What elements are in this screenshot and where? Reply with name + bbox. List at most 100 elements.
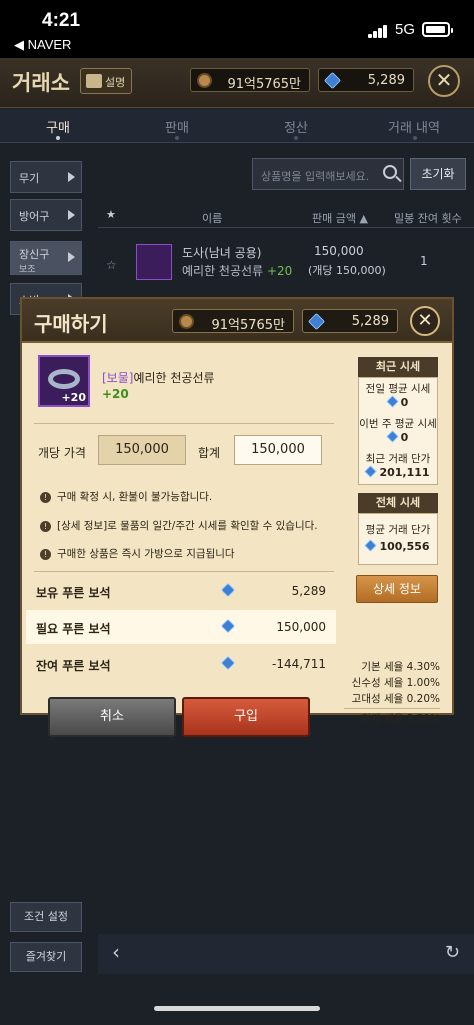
table-row[interactable]: ☆ 도사(남녀 공용) 예리한 천공선류 +20 150,000 (개당 150…: [98, 238, 474, 298]
detail-info-button[interactable]: 상세 정보: [356, 575, 438, 603]
sidebar-item-weapon[interactable]: 무기: [10, 161, 82, 193]
item-name: [보물]예리한 천공선류: [102, 369, 215, 386]
item-icon: +20: [38, 355, 90, 407]
column-seal-count: 밀봉 잔여 횟수: [394, 212, 462, 225]
help-button[interactable]: 설명: [80, 68, 132, 94]
favorites-button[interactable]: 즐겨찾기: [10, 942, 82, 972]
gem-icon: [385, 430, 399, 443]
notice-refund: ! 구매 확정 시, 환불이 불가능합니다.: [40, 489, 212, 504]
tax-trust: 신수성 세율 1.00%: [351, 677, 440, 689]
gem-icon: [324, 72, 341, 89]
adena-balance: 91억5765만: [190, 68, 310, 92]
summary-value: 5,289: [291, 584, 326, 598]
clock: 4:21: [42, 10, 81, 31]
help-label: 설명: [105, 76, 126, 89]
summary-label: 필요 푸른 보석: [36, 622, 111, 636]
this-week-label: 이번 주 평균 시세: [359, 418, 437, 430]
item-enhance: +20: [102, 387, 129, 401]
header: 거래소 설명 91억5765만 5,289 ✕: [0, 58, 474, 108]
last-trade-label: 최근 거래 단가: [365, 453, 431, 465]
column-price[interactable]: 판매 금액 ▲: [312, 210, 368, 226]
battery-icon: [422, 22, 453, 37]
sidebar-item-sublabel: 보조: [19, 265, 36, 275]
gem-icon: [220, 618, 236, 634]
gem-icon: [364, 465, 378, 478]
total-label: 합계: [198, 446, 221, 460]
refresh-icon[interactable]: ↻: [445, 942, 460, 963]
reset-button[interactable]: 초기화: [410, 158, 466, 190]
notice-detail: ! [상세 정보]로 물품의 일간/주간 시세를 확인할 수 있습니다.: [40, 518, 318, 533]
tab-sell[interactable]: 판매: [165, 117, 189, 136]
gem-icon: [308, 313, 325, 330]
adena-value: 91억5765만: [227, 77, 301, 92]
back-to-app-link[interactable]: ◀ NAVER: [14, 37, 71, 53]
prev-day-label: 전일 평균 시세: [365, 383, 431, 395]
search-input[interactable]: 상품명을 입력해보세요.: [252, 158, 404, 190]
overall-price-title: 전체 시세: [358, 493, 438, 513]
summary-remaining: 잔여 푸른 보석 -144,711: [26, 647, 336, 681]
dialog-gem-balance: 5,289: [302, 309, 398, 333]
purchase-dialog: 구매하기 91억5765만 5,289 ✕ +20 [보물]예리한 천공선류 +…: [20, 297, 454, 737]
gem-icon: [220, 582, 236, 598]
buy-button[interactable]: 구입: [182, 697, 310, 737]
dialog-header: 구매하기 91억5765만 5,289 ✕: [22, 299, 452, 343]
row-unit-price: (개당 150,000): [308, 264, 386, 277]
recent-price-panel: 전일 평균 시세 0 이번 주 평균 시세 0 최근 거래 단가 201,111: [358, 377, 438, 485]
summary-required: 필요 푸른 보석 150,000: [26, 610, 336, 644]
tab-buy[interactable]: 구매: [46, 117, 70, 136]
this-week-value: 0: [400, 431, 409, 444]
dialog-adena-value: 91억5765만: [211, 318, 285, 333]
home-indicator: [154, 1006, 320, 1011]
cancel-button[interactable]: 취소: [48, 697, 176, 737]
chevron-right-icon: [68, 210, 75, 220]
sidebar-item-accessory[interactable]: 장신구 보조: [10, 241, 82, 275]
close-icon[interactable]: ✕: [428, 65, 460, 97]
tab-history[interactable]: 거래 내역: [388, 117, 440, 136]
prev-day-value: 0: [400, 396, 409, 409]
unit-price-label: 개당 가격: [38, 446, 86, 460]
item-title: 예리한 천공선류: [133, 371, 215, 385]
gem-balance: 5,289: [318, 68, 414, 92]
row-item-enhance: +20: [266, 264, 293, 278]
unit-price-field: 150,000: [98, 435, 186, 465]
row-item-class: 도사(남녀 공용): [182, 246, 262, 260]
book-icon: [86, 74, 102, 88]
sidebar-item-armor[interactable]: 방어구: [10, 199, 82, 231]
sidebar-item-label: 장신구: [19, 248, 50, 261]
recent-price-title: 최근 시세: [358, 357, 438, 377]
column-name: 이름: [202, 212, 223, 225]
last-trade-value: 201,111: [379, 466, 430, 479]
pagination-bar: ‹ ↻: [98, 934, 474, 974]
chevron-right-icon: [68, 252, 75, 262]
tax-current: 현재 세율 5.50%: [361, 713, 440, 725]
status-bar: 4:21 ◀ NAVER 5G: [0, 0, 474, 58]
tax-ancient: 고대성 세율 0.20%: [351, 693, 440, 705]
star-outline-icon[interactable]: ☆: [106, 258, 117, 272]
coin-icon: [197, 73, 212, 88]
sidebar-item-label: 방어구: [19, 210, 50, 223]
gem-icon: [364, 539, 378, 552]
total-field: 150,000: [234, 435, 322, 465]
search-icon[interactable]: [383, 165, 397, 179]
close-icon[interactable]: ✕: [410, 306, 440, 336]
tab-bar: 구매 판매 정산 거래 내역: [0, 109, 474, 143]
row-price: 150,000: [314, 244, 364, 258]
star-icon[interactable]: ★: [106, 208, 116, 221]
avg-price-value: 100,556: [379, 540, 430, 553]
search-placeholder: 상품명을 입력해보세요.: [261, 170, 370, 183]
row-seal-count: 1: [420, 254, 428, 268]
coin-icon: [179, 314, 194, 329]
avg-price-label: 평균 거래 단가: [365, 524, 431, 536]
sidebar-item-label: 무기: [19, 172, 40, 185]
condition-settings-button[interactable]: 조건 설정: [10, 902, 82, 932]
dialog-gem-value: 5,289: [351, 314, 389, 329]
summary-value: -144,711: [272, 657, 326, 671]
chevron-left-icon[interactable]: ‹: [112, 940, 120, 964]
tab-settle[interactable]: 정산: [284, 117, 308, 136]
row-item-name: 예리한 천공선류: [182, 264, 264, 278]
summary-label: 보유 푸른 보석: [36, 586, 111, 600]
summary-value: 150,000: [276, 620, 326, 634]
summary-label: 잔여 푸른 보석: [36, 659, 111, 673]
gem-icon: [220, 655, 236, 671]
notice-delivery: ! 구매한 상품은 즉시 가방으로 지급됩니다: [40, 546, 235, 561]
